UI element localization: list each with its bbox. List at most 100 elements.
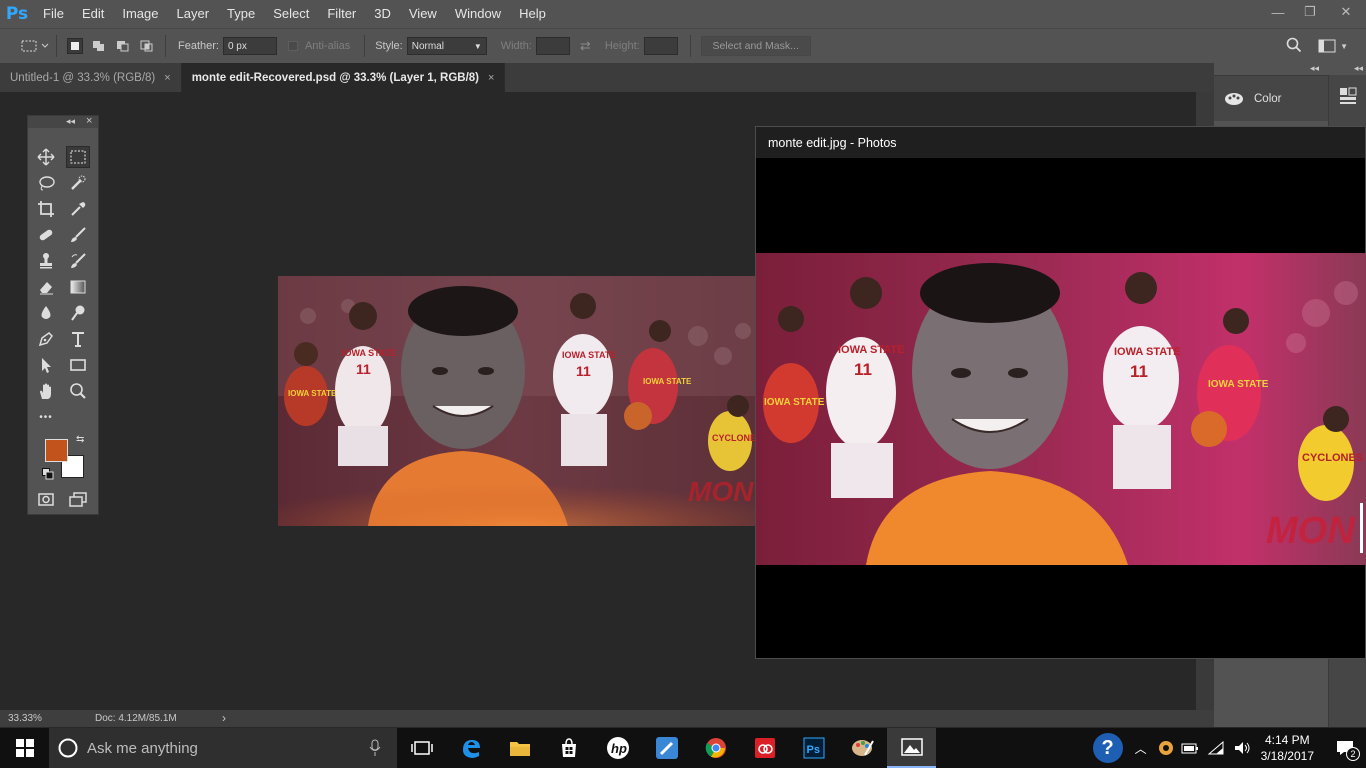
status-menu-arrow[interactable]: ›: [222, 711, 226, 725]
zoom-level[interactable]: 33.33%: [8, 713, 42, 724]
chevron-up-icon[interactable]: ︿: [1135, 740, 1147, 757]
marquee-preset-icon[interactable]: [20, 38, 50, 54]
blur-tool-icon[interactable]: [34, 302, 58, 324]
minimize-button[interactable]: —: [1262, 0, 1294, 24]
move-tool-icon[interactable]: [34, 146, 58, 168]
help-icon[interactable]: ?: [1092, 733, 1123, 763]
cortana-search-box[interactable]: Ask me anything: [49, 728, 397, 768]
clock[interactable]: 4:14 PM 3/18/2017: [1261, 732, 1314, 764]
feather-input[interactable]: 0 px: [222, 37, 277, 55]
menu-edit[interactable]: Edit: [73, 0, 113, 28]
default-colors-icon[interactable]: [42, 468, 54, 483]
jersey-text: IOWA STATE: [1114, 346, 1180, 358]
gradient-tool-icon[interactable]: [66, 276, 90, 298]
edge-icon[interactable]: [446, 728, 495, 768]
style-select[interactable]: Normal ▼: [406, 37, 487, 55]
creative-cloud-icon[interactable]: [740, 728, 789, 768]
restore-button[interactable]: ❐: [1294, 0, 1326, 24]
close-icon[interactable]: ×: [488, 72, 494, 84]
menu-help[interactable]: Help: [510, 0, 555, 28]
panel-collapse-icon[interactable]: ◂◂: [1354, 63, 1363, 74]
store-icon[interactable]: [544, 728, 593, 768]
search-icon[interactable]: [1286, 37, 1302, 56]
menu-3d[interactable]: 3D: [365, 0, 400, 28]
quick-mask-icon[interactable]: [34, 488, 58, 510]
type-tool-icon[interactable]: [66, 328, 90, 350]
file-explorer-icon[interactable]: [495, 728, 544, 768]
menu-select[interactable]: Select: [264, 0, 318, 28]
eyedropper-tool-icon[interactable]: [66, 198, 90, 220]
photos-title-bar[interactable]: monte edit.jpg - Photos: [756, 127, 1365, 158]
cyclones-text: CYCLONES: [712, 433, 756, 443]
jersey-number: 11: [854, 360, 872, 379]
panel-footer: [1214, 710, 1328, 727]
close-icon[interactable]: ×: [164, 72, 170, 84]
menu-layer[interactable]: Layer: [168, 0, 219, 28]
photo-viewer[interactable]: CYCLONES MON IOWA STATE 11 IOWA STATE 11…: [756, 253, 1366, 565]
paint-tool-icon[interactable]: [642, 728, 691, 768]
healing-brush-tool-icon[interactable]: [34, 224, 58, 246]
close-button[interactable]: ✕: [1326, 0, 1366, 24]
photos-window[interactable]: monte edit.jpg - Photos CYCLONES MON IOW…: [755, 126, 1366, 659]
color-panel-tab[interactable]: Color: [1214, 75, 1329, 121]
photoshop-taskbar-icon[interactable]: Ps: [789, 728, 838, 768]
battery-icon[interactable]: [1181, 741, 1199, 755]
menu-view[interactable]: View: [400, 0, 446, 28]
chrome-icon[interactable]: [691, 728, 740, 768]
pen-tool-icon[interactable]: [34, 328, 58, 350]
paint-palette-icon[interactable]: [838, 728, 887, 768]
clone-stamp-tool-icon[interactable]: [34, 250, 58, 272]
tab-monte-edit[interactable]: monte edit-Recovered.psd @ 33.3% (Layer …: [181, 63, 506, 92]
add-selection-icon[interactable]: [91, 38, 107, 54]
swap-colors-icon[interactable]: ⇆: [76, 434, 84, 445]
menu-filter[interactable]: Filter: [318, 0, 365, 28]
foreground-color-swatch[interactable]: [45, 439, 68, 462]
start-button[interactable]: [0, 728, 49, 768]
menu-image[interactable]: Image: [113, 0, 167, 28]
cortana-icon: [58, 738, 78, 758]
marquee-tool-icon[interactable]: [66, 146, 90, 168]
menu-type[interactable]: Type: [218, 0, 264, 28]
lasso-tool-icon[interactable]: [34, 172, 58, 194]
swap-width-height-icon[interactable]: ⇄: [580, 38, 591, 54]
zoom-tool-icon[interactable]: [66, 380, 90, 402]
task-view-icon[interactable]: [397, 728, 446, 768]
subtract-selection-icon[interactable]: [115, 38, 131, 54]
dodge-tool-icon[interactable]: [66, 302, 90, 324]
microphone-icon[interactable]: [369, 739, 381, 757]
rectangle-tool-icon[interactable]: [66, 354, 90, 376]
hp-icon[interactable]: hp: [593, 728, 642, 768]
select-and-mask-button[interactable]: Select and Mask...: [700, 36, 811, 56]
width-input[interactable]: [535, 37, 570, 55]
eraser-tool-icon[interactable]: [34, 276, 58, 298]
screen-mode-icon[interactable]: [66, 488, 90, 510]
tray-app-icon[interactable]: [1157, 739, 1175, 757]
new-selection-icon[interactable]: [67, 38, 83, 54]
photos-taskbar-icon[interactable]: [887, 728, 936, 768]
panel-collapse-icon[interactable]: ◂◂: [1310, 63, 1319, 74]
document-canvas[interactable]: CYCLONES MON IOWA STATE 11 IOWA STATE 11…: [278, 276, 756, 526]
brush-tool-icon[interactable]: [66, 224, 90, 246]
intersect-selection-icon[interactable]: [139, 38, 155, 54]
hand-tool-icon[interactable]: [34, 380, 58, 402]
path-selection-tool-icon[interactable]: [34, 354, 58, 376]
crop-tool-icon[interactable]: [34, 198, 58, 220]
menu-window[interactable]: Window: [446, 0, 510, 28]
tab-untitled[interactable]: Untitled-1 @ 33.3% (RGB/8) ×: [0, 63, 182, 92]
volume-icon[interactable]: [1233, 741, 1251, 755]
history-brush-tool-icon[interactable]: [66, 250, 90, 272]
wifi-icon[interactable]: [1207, 741, 1225, 755]
action-center-icon[interactable]: 2: [1330, 733, 1360, 763]
photo-scrollbar[interactable]: [1360, 503, 1363, 553]
menu-file[interactable]: File: [34, 0, 73, 28]
antialias-checkbox[interactable]: [285, 38, 301, 54]
collapse-icon[interactable]: ◂◂: [66, 116, 75, 127]
workspace-icon[interactable]: ▼: [1318, 39, 1348, 53]
close-icon[interactable]: ×: [86, 115, 92, 127]
height-input[interactable]: [643, 37, 678, 55]
more-tools-icon[interactable]: •••: [34, 406, 58, 428]
quick-selection-tool-icon[interactable]: [66, 172, 90, 194]
properties-icon[interactable]: [1339, 87, 1357, 108]
options-bar: Feather: 0 px Anti-alias Style: Normal ▼…: [0, 28, 1366, 63]
feather-label: Feather:: [178, 40, 219, 52]
